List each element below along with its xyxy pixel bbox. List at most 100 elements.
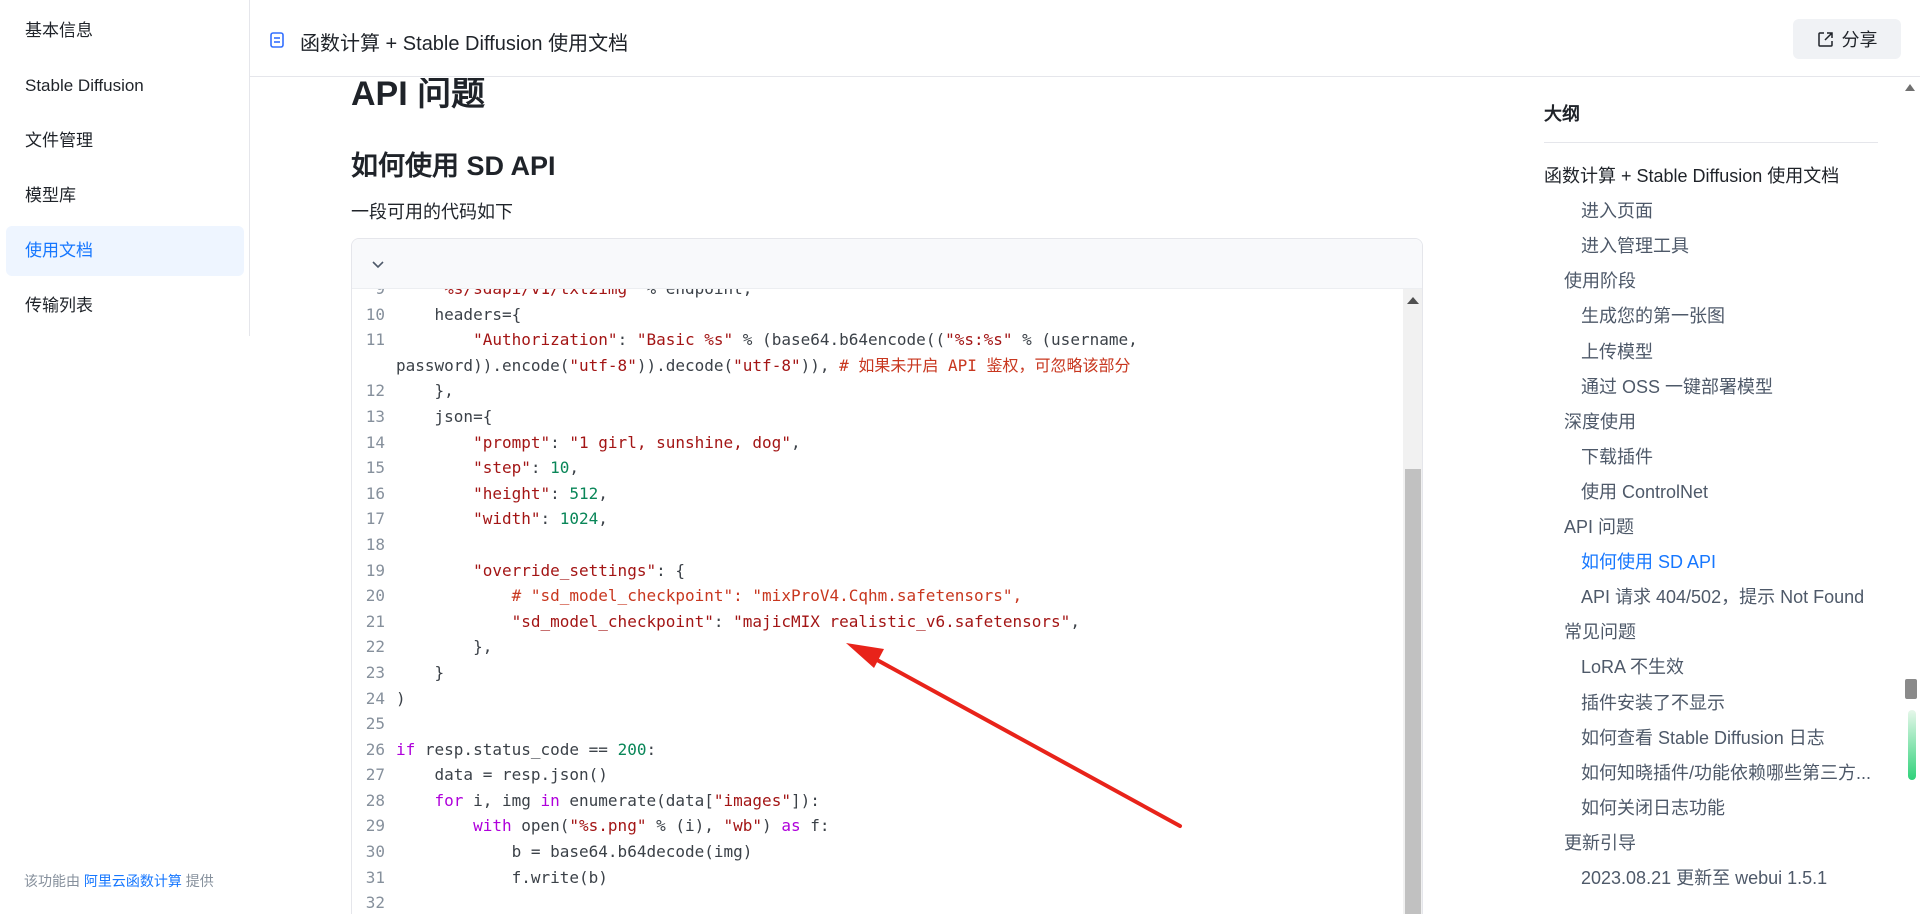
outline-item[interactable]: 2023.08.21 更新至 webui 1.5.1	[1581, 864, 1827, 890]
code-lines: 9 "%s/sdapi/v1/txt2img" % endpoint,10 he…	[352, 289, 1403, 914]
section-heading: API 问题	[351, 78, 486, 113]
line-number: 17	[365, 509, 385, 529]
code-line: 26 if resp.status_code == 200:	[352, 737, 1403, 763]
code-token: % (i),	[646, 816, 724, 836]
code-scrollbar[interactable]	[1403, 289, 1422, 914]
code-token: "sd_model_checkpoint"	[511, 611, 714, 631]
line-number: 14	[365, 432, 385, 452]
code-token: ,	[598, 483, 608, 503]
code-line: 18	[352, 532, 1403, 558]
outline-item[interactable]: 进入页面	[1581, 197, 1653, 223]
share-button[interactable]: 分享	[1793, 19, 1901, 59]
share-label: 分享	[1841, 30, 1878, 50]
code-line: 23 }	[352, 660, 1403, 686]
sidebar-item[interactable]: 传输列表	[6, 281, 244, 331]
page-scrollbar-thumb[interactable]	[1905, 679, 1917, 699]
outline-item[interactable]: 函数计算 + Stable Diffusion 使用文档	[1544, 162, 1839, 188]
code-line: 14 "prompt": "1 girl, sunshine, dog",	[352, 430, 1403, 456]
code-token: :	[550, 483, 570, 503]
code-token: "%s:%s"	[945, 330, 1013, 350]
code-token: ,	[569, 458, 580, 478]
scroll-indicator	[1908, 710, 1916, 780]
outline-item[interactable]: 如何使用 SD API	[1581, 548, 1716, 574]
code-token: "step"	[473, 458, 531, 478]
code-token: in	[540, 790, 560, 810]
outline-item[interactable]: API 问题	[1564, 513, 1634, 539]
paragraph: 一段可用的代码如下	[351, 202, 513, 222]
code-line: 16 "height": 512,	[352, 481, 1403, 507]
code-token: :	[713, 611, 734, 631]
line-number: 11	[365, 330, 385, 350]
line-number: 19	[365, 560, 385, 580]
outline-item[interactable]: 常见问题	[1564, 618, 1636, 644]
line-number: 29	[365, 816, 385, 836]
footer-prefix: 该功能由	[24, 873, 80, 889]
sidebar-item[interactable]: 模型库	[6, 171, 244, 221]
chevron-down-icon[interactable]	[370, 256, 386, 272]
outline-item[interactable]: 如何知晓插件/功能依赖哪些第三方...	[1581, 759, 1871, 785]
footer-suffix: 提供	[185, 873, 214, 889]
line-number: 21	[365, 611, 385, 631]
code-token: "majicMIX realistic_v6.safetensors"	[733, 611, 1071, 631]
code-scrollbar-thumb[interactable]	[1405, 469, 1421, 914]
outline-item[interactable]: 上传模型	[1581, 338, 1653, 364]
outline-item[interactable]: 使用 ControlNet	[1581, 478, 1708, 504]
sidebar-item[interactable]: 文件管理	[6, 116, 244, 166]
external-link-icon	[1817, 31, 1833, 47]
code-token: 1024	[559, 509, 599, 529]
code-text: "%s/sdapi/v1/txt2img" % endpoint,	[396, 289, 753, 302]
code-line: 32	[352, 890, 1403, 914]
subsection-heading: 如何使用 SD API	[351, 151, 556, 181]
sidebar-item[interactable]: 使用文档	[6, 226, 244, 276]
line-number: 23	[365, 662, 385, 682]
code-text: data = resp.json()	[396, 762, 608, 788]
outline-item[interactable]: 使用阶段	[1564, 267, 1636, 293]
scroll-up-arrow-icon[interactable]	[1407, 297, 1419, 304]
code-line: 25	[352, 711, 1403, 737]
code-text: if resp.status_code == 200:	[396, 737, 656, 763]
code-text: "sd_model_checkpoint": "majicMIX realist…	[396, 609, 1080, 635]
outline-item[interactable]: 如何查看 Stable Diffusion 日志	[1581, 724, 1825, 750]
footer-provider-link[interactable]: 阿里云函数计算	[84, 873, 182, 889]
page-scrollbar[interactable]	[1900, 78, 1920, 914]
code-token: resp.status_code ==	[415, 739, 618, 759]
outline-item[interactable]: 插件安装了不显示	[1581, 689, 1725, 715]
code-token: ,	[1070, 611, 1080, 631]
outline-item[interactable]: 深度使用	[1564, 408, 1636, 434]
sidebar-item[interactable]: Stable Diffusion	[6, 61, 244, 111]
code-token: password)).encode(	[396, 355, 570, 375]
code-token: json={	[396, 406, 493, 426]
sidebar-item[interactable]: 基本信息	[6, 6, 244, 56]
outline-item[interactable]: 如何关闭日志功能	[1581, 794, 1725, 820]
line-number: 12	[365, 381, 385, 401]
code-text: "height": 512,	[396, 481, 608, 507]
code-token: :	[540, 509, 560, 529]
outline-item[interactable]: 下载插件	[1581, 443, 1653, 469]
scroll-up-arrow-icon[interactable]	[1905, 84, 1915, 91]
code-token: )	[396, 688, 406, 708]
code-token: "images"	[713, 790, 791, 810]
code-text: },	[396, 378, 454, 404]
code-token: # "sd_model_checkpoint": "mixProV4.Cqhm.…	[511, 586, 1023, 606]
code-text: with open("%s.png" % (i), "wb") as f:	[396, 813, 829, 839]
code-block: 9 "%s/sdapi/v1/txt2img" % endpoint,10 he…	[351, 238, 1423, 914]
outline-item[interactable]: 通过 OSS 一键部署模型	[1581, 373, 1773, 399]
line-number: 28	[365, 790, 385, 810]
outline-item[interactable]: 进入管理工具	[1581, 232, 1689, 258]
outline-item[interactable]: API 请求 404/502，提示 Not Found	[1581, 583, 1864, 609]
outline-item[interactable]: LoRA 不生效	[1581, 653, 1684, 679]
code-token: as	[781, 816, 801, 836]
outline-item[interactable]: 生成您的第一张图	[1581, 302, 1725, 328]
code-token: :	[617, 330, 637, 350]
document-icon	[270, 32, 284, 48]
code-line: 28 for i, img in enumerate(data["images"…	[352, 788, 1403, 814]
outline-item[interactable]: 更新引导	[1564, 829, 1636, 855]
code-token: f.write(b)	[396, 867, 608, 887]
code-token: )).decode(	[636, 355, 734, 375]
